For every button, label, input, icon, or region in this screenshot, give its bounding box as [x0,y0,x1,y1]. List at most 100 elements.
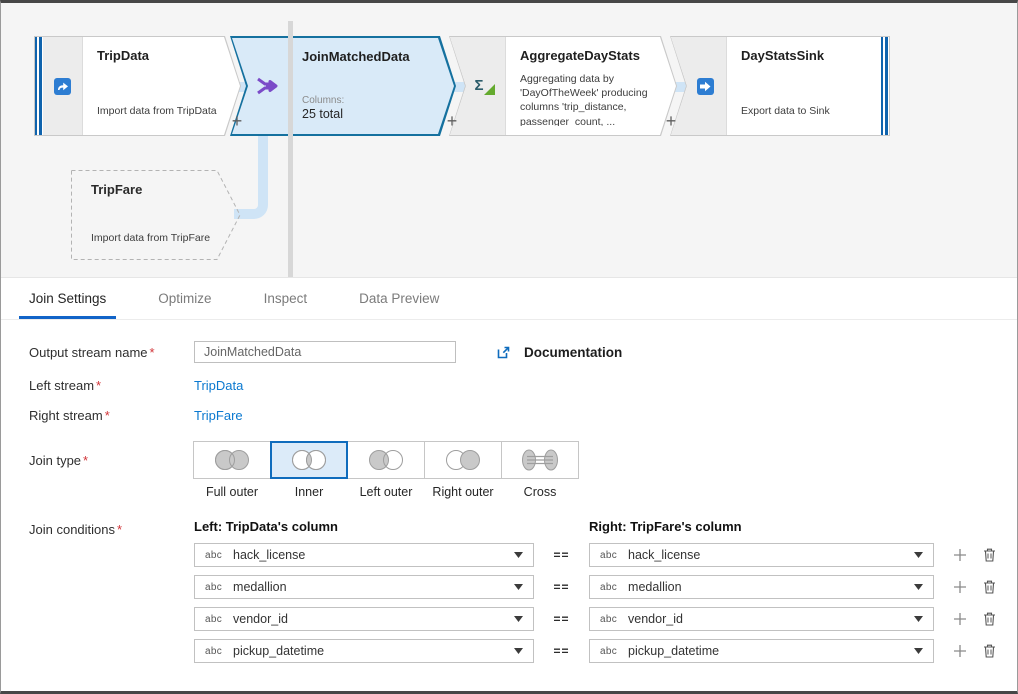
required-asterisk: * [105,408,110,423]
left-column-header: Left: TripData's column [194,519,589,534]
add-condition-button[interactable] [952,611,968,627]
chevron-down-icon [914,616,923,622]
plus-icon [953,644,967,658]
add-transformation-button[interactable]: + [228,112,246,130]
add-transformation-button[interactable]: + [443,112,461,130]
node-aggregatedaystats[interactable]: Σ AggregateDayStats Aggregating data by … [449,36,677,136]
join-type-label: Full outer [193,485,271,499]
tab-optimize[interactable]: Optimize [148,278,221,319]
string-type-icon: abc [600,614,617,625]
join-conditions-row: Join conditions* Left: TripData's column… [29,519,989,671]
tab-join-settings[interactable]: Join Settings [19,278,116,319]
join-type-cross[interactable] [501,441,579,479]
chevron-down-icon [914,648,923,654]
documentation-link[interactable]: Documentation [496,345,622,360]
required-asterisk: * [150,345,155,360]
field-label: Right stream* [29,408,194,423]
left-column-dropdown[interactable]: abc medallion [194,575,534,599]
left-stream-link[interactable]: TripData [194,378,243,393]
node-title: JoinMatchedData [302,49,434,64]
right-column-dropdown[interactable]: abc pickup_datetime [589,639,934,663]
add-transformation-button[interactable]: + [662,112,680,130]
node-description: Export data to Sink [741,104,869,118]
join-conditions-table: Left: TripData's column Right: TripFare'… [194,519,997,671]
equals-operator: == [534,612,589,626]
condition-headers: Left: TripData's column Right: TripFare'… [194,519,997,534]
condition-row: abc medallion == abc medallion [194,575,997,599]
right-stream-link[interactable]: TripFare [194,408,243,423]
required-asterisk: * [117,522,122,537]
node-title: TripFare [91,182,142,197]
add-condition-button[interactable] [952,547,968,563]
required-asterisk: * [83,453,88,468]
condition-row: abc pickup_datetime == abc pickup_dateti… [194,639,997,663]
node-title: DayStatsSink [741,48,869,63]
right-column-dropdown[interactable]: abc medallion [589,575,934,599]
join-type-label: Inner [270,485,348,499]
trash-icon [983,548,996,562]
chevron-down-icon [514,648,523,654]
output-stream-name-input[interactable] [194,341,456,363]
join-type-full-outer[interactable] [193,441,271,479]
delete-condition-button[interactable] [981,547,997,563]
external-link-icon [496,345,511,360]
node-tripfare-ghost[interactable]: TripFare Import data from TripFare [71,170,241,260]
left-column-dropdown[interactable]: abc hack_license [194,543,534,567]
plus-icon [953,612,967,626]
right-column-dropdown[interactable]: abc hack_license [589,543,934,567]
add-condition-button[interactable] [952,643,968,659]
trash-icon [983,580,996,594]
delete-condition-button[interactable] [981,643,997,659]
add-condition-button[interactable] [952,579,968,595]
left-column-dropdown[interactable]: abc vendor_id [194,607,534,631]
node-icon-column [43,37,83,135]
field-label: Join type* [29,441,194,468]
node-tripdata[interactable]: TripData Import data from TripData [34,36,241,136]
join-type-left-outer[interactable] [347,441,425,479]
node-body: TripData Import data from TripData [35,37,240,135]
string-type-icon: abc [205,550,222,561]
node-body: Σ AggregateDayStats Aggregating data by … [450,37,676,135]
columns-value: 25 total [302,107,434,121]
panel-tabs: Join Settings Optimize Inspect Data Prev… [1,278,1017,320]
field-label: Join conditions* [29,519,194,537]
node-body: DayStatsSink Export data to Sink [671,37,889,135]
columns-label: Columns: [302,95,434,106]
string-type-icon: abc [205,614,222,625]
row-actions [952,579,997,595]
tab-inspect[interactable]: Inspect [254,278,318,319]
join-type-inner[interactable] [270,441,348,479]
node-text: DayStatsSink Export data to Sink [727,37,889,135]
node-joinmatcheddata[interactable]: JoinMatchedData Columns: 25 total [230,36,456,136]
join-type-row: Join type* [29,441,989,499]
chevron-down-icon [914,584,923,590]
delete-condition-button[interactable] [981,611,997,627]
join-type-options [194,441,579,479]
join-type-right-outer[interactable] [424,441,502,479]
node-description: Import data from TripData [97,104,220,118]
sink-edge-bars [880,37,888,135]
sink-icon [696,77,715,96]
row-actions [952,643,997,659]
dataflow-editor-window: TripData Import data from TripData JoinM… [0,0,1018,694]
tab-data-preview[interactable]: Data Preview [349,278,449,319]
dataflow-graph-canvas[interactable]: TripData Import data from TripData JoinM… [1,3,1017,278]
node-text: AggregateDayStats Aggregating data by 'D… [506,37,676,135]
cross-join-icon [512,447,568,473]
left-column-dropdown[interactable]: abc pickup_datetime [194,639,534,663]
source-edge-bars [35,37,43,135]
plus-icon [953,548,967,562]
join-type-label: Left outer [347,485,425,499]
delete-condition-button[interactable] [981,579,997,595]
settings-panel: Join Settings Optimize Inspect Data Prev… [1,278,1017,671]
chevron-down-icon [514,584,523,590]
right-column-dropdown[interactable]: abc vendor_id [589,607,934,631]
node-daystatssink[interactable]: DayStatsSink Export data to Sink [670,36,890,136]
plus-icon [953,580,967,594]
equals-operator: == [534,548,589,562]
right-column-header: Right: TripFare's column [589,519,742,534]
right-stream-row: Right stream* TripFare [29,408,989,423]
string-type-icon: abc [600,550,617,561]
output-stream-row: Output stream name* Documentation [29,341,989,363]
node-title: AggregateDayStats [520,48,656,63]
